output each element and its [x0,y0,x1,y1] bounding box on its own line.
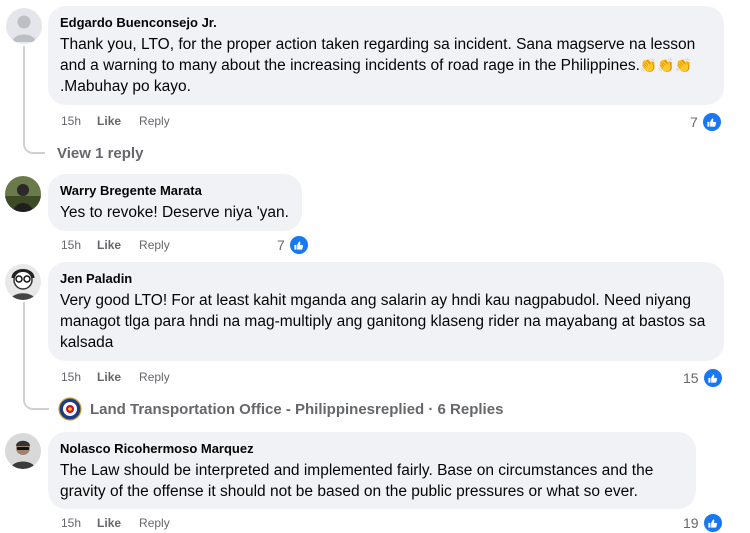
comment-author[interactable]: Warry Bregente Marata [60,182,290,200]
comment-text: Yes to revoke! Deserve niya 'yan. [60,204,289,221]
reaction-summary[interactable]: 7 [277,234,310,256]
thread-connector [23,46,25,142]
comment-author[interactable]: Nolasco Ricohermoso Marquez [60,440,684,458]
view-replies-link[interactable]: View 1 reply [57,145,143,162]
reaction-summary[interactable]: 19 [683,512,724,533]
thread-connector [23,136,45,154]
avatar[interactable] [5,176,41,212]
comment-time[interactable]: 15h [61,370,81,384]
like-reaction-icon [701,512,724,533]
reaction-count: 7 [690,114,698,130]
replies-count: replied · 6 Replies [375,400,504,418]
like-button[interactable]: Like [97,516,121,530]
comment-text: The Law should be interpreted and implem… [60,462,654,500]
comment-author[interactable]: Jen Paladin [60,270,712,288]
reply-button[interactable]: Reply [139,238,170,252]
clap-emoji-icon: 👏👏👏 [639,57,693,73]
profile-photo-icon [5,433,41,469]
comment-actions: 15h Like Reply [61,238,170,252]
reply-button[interactable]: Reply [139,516,170,530]
profile-photo-icon [5,264,41,300]
comment-bubble: Jen Paladin Very good LTO! For at least … [48,262,724,361]
page-name[interactable]: Land Transportation Office - Philippines [90,401,375,418]
avatar[interactable] [5,264,41,300]
avatar[interactable] [5,433,41,469]
comment-time[interactable]: 15h [61,238,81,252]
profile-photo-icon [5,176,41,212]
reaction-count: 15 [683,370,699,386]
page-reply-summary[interactable]: Land Transportation Office - Philippines… [58,397,503,421]
lto-seal-icon [58,397,82,421]
thread-connector [23,302,25,398]
like-button[interactable]: Like [97,114,121,128]
thread-connector [23,392,49,410]
comment-actions: 15h Like Reply [61,114,170,128]
comment-bubble: Warry Bregente Marata Yes to revoke! Des… [48,174,302,231]
like-reaction-icon [701,367,724,389]
comment-text: Thank you, LTO, for the proper action ta… [60,36,696,95]
comment-author[interactable]: Edgardo Buenconsejo Jr. [60,14,712,32]
comment-bubble: Edgardo Buenconsejo Jr. Thank you, LTO, … [48,6,724,105]
default-avatar-icon [6,8,42,44]
reaction-summary[interactable]: 15 [683,367,724,389]
avatar[interactable] [6,8,42,44]
like-reaction-icon [287,234,310,256]
like-button[interactable]: Like [97,238,121,252]
comment-bubble: Nolasco Ricohermoso Marquez The Law shou… [48,432,696,509]
reaction-summary[interactable]: 7 [690,111,723,133]
comment-time[interactable]: 15h [61,516,81,530]
reply-button[interactable]: Reply [139,370,170,384]
reply-button[interactable]: Reply [139,114,170,128]
comment-text: Very good LTO! For at least kahit mganda… [60,292,706,351]
reaction-count: 7 [277,237,285,253]
comment-time[interactable]: 15h [61,114,81,128]
like-reaction-icon [700,111,723,133]
like-button[interactable]: Like [97,370,121,384]
comment-actions: 15h Like Reply [61,516,170,530]
reaction-count: 19 [683,515,699,531]
comment-actions: 15h Like Reply [61,370,170,384]
